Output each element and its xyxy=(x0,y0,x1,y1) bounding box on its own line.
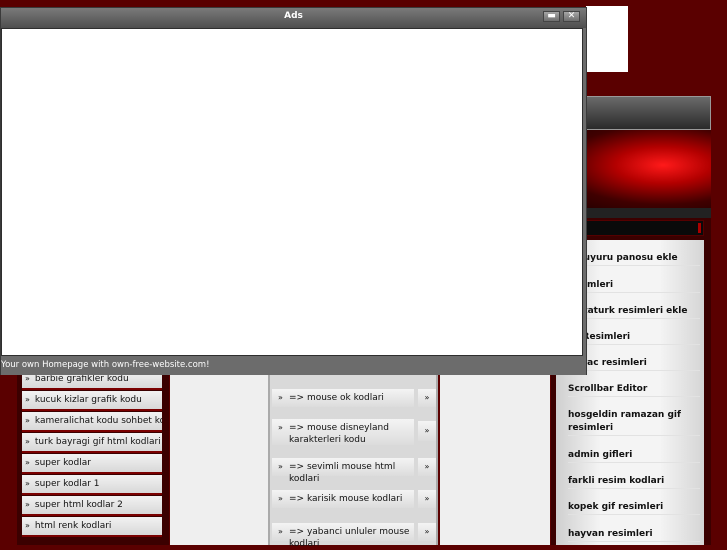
middle-list-label: => yabanci unluler mouse kodlari xyxy=(289,527,410,549)
left-list-item[interactable]: » html renk kodlari xyxy=(22,517,162,537)
middle-arrow-icon[interactable]: » xyxy=(418,458,436,476)
right-list-item[interactable]: resimleri xyxy=(568,279,700,293)
left-list-item[interactable]: » super html kodlar 2 xyxy=(22,496,162,516)
right-list-item[interactable]: Scrollbar Editor xyxy=(568,383,700,397)
middle-list-item[interactable]: » => mouse disneyland karakterleri kodu xyxy=(272,419,414,445)
middle-list-item[interactable]: » => yabanci unluler mouse kodlari xyxy=(272,523,414,549)
right-list-item[interactable]: farkli resim kodlari xyxy=(568,475,700,489)
middle-arrow-icon[interactable]: » xyxy=(418,523,436,541)
right-list-item[interactable]: ac Resimleri xyxy=(568,331,700,345)
middle-list-item[interactable]: » => karisik mouse kodlari xyxy=(272,490,414,508)
left-list-item[interactable]: » turk bayragi gif html kodlari xyxy=(22,433,162,453)
bullet-icon: » xyxy=(25,458,30,467)
left-list-item[interactable]: » kameralichat kodu sohbet kodu xyxy=(22,412,162,432)
left-list-label: super html kodlar 2 xyxy=(34,500,123,510)
own-homepage-link[interactable]: Your own Homepage with own-free-website.… xyxy=(1,360,209,370)
middle-arrow-icon[interactable]: » xyxy=(418,421,436,441)
close-button[interactable]: ✕ xyxy=(563,11,580,22)
right-list-item[interactable]: ayirac resimleri xyxy=(568,357,700,371)
left-list-label: html renk kodlari xyxy=(34,521,112,531)
minimize-icon: ▬ xyxy=(547,11,556,21)
ads-content-area xyxy=(1,28,583,356)
ads-window-title: Ads xyxy=(284,11,303,21)
left-list-label: super kodlar xyxy=(34,458,91,468)
middle-list-label: => mouse ok kodlari xyxy=(289,393,384,403)
bullet-icon: » xyxy=(25,395,30,404)
middle-right-column xyxy=(440,357,550,545)
middle-column xyxy=(268,357,438,545)
left-list-item[interactable]: » kucuk kizlar grafik kodu xyxy=(22,391,162,411)
bullet-icon: » xyxy=(278,494,283,503)
left-list-item[interactable]: » super kodlar xyxy=(22,454,162,474)
middle-list-item[interactable]: » => mouse ok kodlari xyxy=(272,389,414,407)
bullet-icon: » xyxy=(25,416,30,425)
ads-footer: Your own Homepage with own-free-website.… xyxy=(1,357,586,375)
middle-arrow-icon[interactable]: » xyxy=(418,389,436,407)
bullet-icon: » xyxy=(25,500,30,509)
left-list-label: turk bayragi gif html kodlari xyxy=(34,437,161,447)
white-box xyxy=(586,6,628,72)
middle-list-label: => mouse disneyland karakterleri kodu xyxy=(289,423,389,445)
left-list-label: kucuk kizlar grafik kodu xyxy=(34,395,142,405)
left-list-item[interactable]: » super kodlar 1 xyxy=(22,475,162,495)
bullet-icon: » xyxy=(25,437,30,446)
bullet-icon: » xyxy=(25,374,30,383)
bullet-icon: » xyxy=(278,393,283,402)
right-list-item[interactable]: hosgeldin ramazan gif resimleri xyxy=(568,409,700,436)
close-icon: ✕ xyxy=(567,11,576,21)
middle-arrow-icon[interactable]: » xyxy=(418,490,436,508)
right-list-item[interactable]: e ataturk resimleri ekle xyxy=(568,305,700,319)
middle-list-item[interactable]: » => sevimli mouse html kodlari xyxy=(272,458,414,484)
left-list-label: kameralichat kodu sohbet kodu xyxy=(34,416,162,426)
bar-knob xyxy=(698,223,701,233)
middle-list-label: => karisik mouse kodlari xyxy=(289,494,403,504)
minimize-button[interactable]: ▬ xyxy=(543,11,560,22)
bullet-icon: » xyxy=(278,527,283,536)
bullet-icon: » xyxy=(25,521,30,530)
middle-left-column xyxy=(170,357,268,545)
right-list-item[interactable]: admin gifleri xyxy=(568,449,700,463)
right-list-item[interactable]: e duyuru panosu ekle xyxy=(568,252,700,266)
bullet-icon: » xyxy=(25,479,30,488)
dark-input-bar xyxy=(574,220,704,236)
ads-window: Ads ▬ ✕ Your own Homepage with own-free-… xyxy=(0,7,587,375)
left-list-label: barbie grafikler kodu xyxy=(34,374,129,384)
ads-titlebar[interactable]: Ads ▬ ✕ xyxy=(1,8,586,28)
left-list-label: super kodlar 1 xyxy=(34,479,100,489)
right-list-item[interactable]: hayvan resimleri xyxy=(568,528,700,542)
right-list-item[interactable]: kopek gif resimleri xyxy=(568,501,700,515)
bullet-icon: » xyxy=(278,423,283,432)
bullet-icon: » xyxy=(278,462,283,471)
